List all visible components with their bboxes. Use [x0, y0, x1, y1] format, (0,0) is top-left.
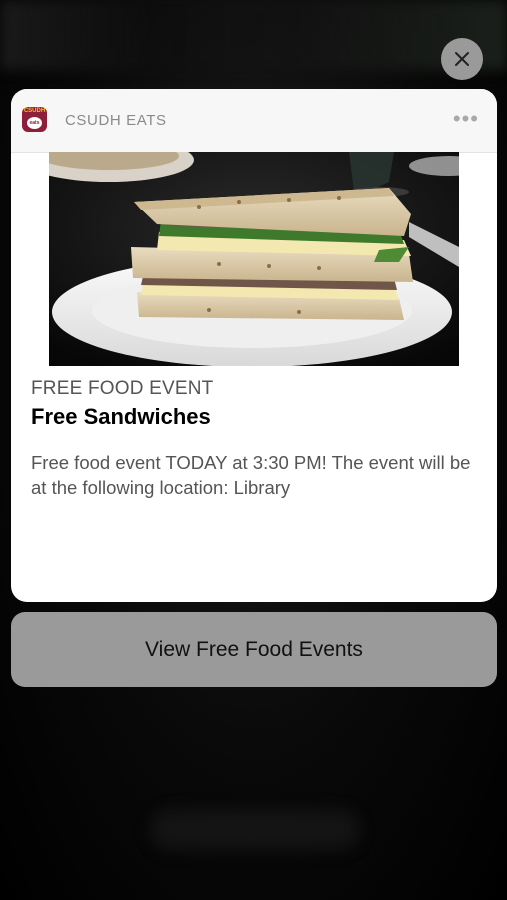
notification-content: FREE FOOD EVENT Free Sandwiches Free foo… — [31, 377, 477, 500]
more-options-button[interactable]: ••• — [453, 108, 479, 130]
blurred-background-bottom — [150, 810, 360, 850]
notification-title: Free Sandwiches — [31, 404, 211, 429]
notification-card[interactable]: CSUDH eats CSUDH EATS ••• FREE FOOD EVEN… — [11, 89, 497, 602]
view-free-food-events-button[interactable]: View Free Food Events — [11, 612, 497, 687]
plate-icon: eats — [27, 117, 42, 129]
notification-body: Free food event TODAY at 3:30 PM! The ev… — [31, 452, 471, 498]
close-icon — [455, 52, 469, 66]
close-button[interactable] — [441, 38, 483, 80]
blurred-background-top — [0, 0, 507, 70]
sandwich-photo — [49, 152, 459, 366]
app-icon-plate-text: eats — [29, 120, 40, 126]
notification-header: CSUDH eats CSUDH EATS ••• — [11, 89, 497, 153]
app-icon-text: CSUDH — [23, 108, 46, 114]
csudh-eats-app-icon: CSUDH eats — [22, 107, 47, 132]
notification-subtitle: FREE FOOD EVENT — [31, 378, 214, 399]
app-name: CSUDH EATS — [65, 112, 167, 129]
ellipsis-icon: ••• — [452, 106, 479, 131]
lock-screen: CSUDH eats CSUDH EATS ••• FREE FOOD EVEN… — [0, 0, 507, 900]
